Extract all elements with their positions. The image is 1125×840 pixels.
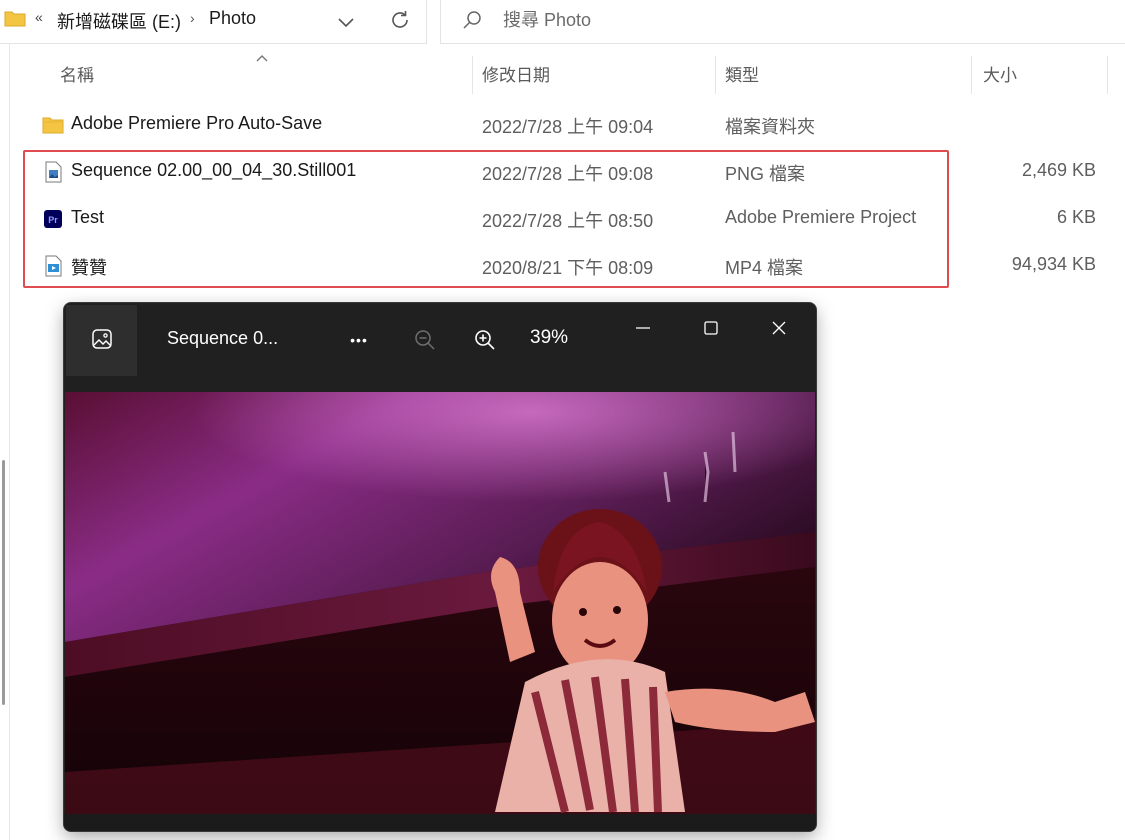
search-input[interactable]: [503, 7, 1003, 33]
folder-icon: [42, 117, 64, 134]
search-icon: [463, 11, 481, 29]
column-divider[interactable]: [472, 56, 473, 94]
column-header-size[interactable]: 大小: [983, 50, 1017, 96]
maximize-icon: [704, 321, 718, 335]
viewer-title-bar[interactable]: Sequence 0... ••• 39%: [64, 303, 816, 391]
column-divider[interactable]: [971, 56, 972, 94]
minimize-icon: [636, 327, 650, 329]
zoom-out-icon: [415, 330, 435, 350]
file-row[interactable]: Adobe Premiere Pro Auto-Save 2022/7/28 上…: [30, 103, 1110, 147]
navigation-scrollbar[interactable]: [2, 460, 5, 705]
more-icon: •••: [350, 332, 368, 348]
breadcrumb-drive[interactable]: 新增磁碟區 (E:): [57, 8, 181, 34]
photos-app-icon: [92, 329, 112, 349]
close-button[interactable]: [762, 311, 796, 345]
photo-viewer-window[interactable]: Sequence 0... ••• 39%: [64, 303, 816, 831]
column-divider[interactable]: [1107, 56, 1108, 94]
column-divider[interactable]: [715, 56, 716, 94]
viewer-app-button[interactable]: [66, 305, 137, 376]
breadcrumb-photo[interactable]: Photo: [209, 8, 256, 29]
folder-icon: [4, 11, 26, 27]
minimize-button[interactable]: [626, 311, 660, 345]
column-header-type[interactable]: 類型: [725, 50, 759, 96]
selection-highlight-box: [23, 150, 949, 288]
zoom-out-button[interactable]: [408, 323, 442, 357]
search-box[interactable]: [440, 0, 1125, 44]
file-size: 94,934 KB: [1011, 254, 1096, 274]
maximize-button[interactable]: [694, 311, 728, 345]
breadcrumb-separator[interactable]: ›: [190, 10, 195, 26]
refresh-icon[interactable]: [388, 8, 412, 32]
zoom-in-icon: [475, 330, 495, 350]
file-type: 檔案資料夾: [725, 117, 815, 137]
viewer-bottom-bar: [64, 814, 816, 831]
address-bar[interactable]: « 新增磁碟區 (E:) › Photo: [0, 0, 427, 44]
file-date: 2022/7/28 上午 09:04: [482, 117, 654, 137]
sort-ascending-icon: [256, 55, 268, 62]
file-size: 2,469 KB: [1021, 160, 1096, 180]
viewer-title: Sequence 0...: [167, 328, 279, 348]
column-header-date[interactable]: 修改日期: [482, 50, 550, 96]
photo-image: [65, 392, 815, 814]
close-icon: [772, 321, 786, 335]
chevron-down-icon[interactable]: [334, 10, 358, 34]
file-size: 6 KB: [1056, 207, 1096, 227]
more-options-button[interactable]: •••: [342, 323, 376, 357]
navigation-pane-edge: [0, 44, 10, 840]
file-name: Adobe Premiere Pro Auto-Save: [71, 113, 323, 133]
zoom-in-button[interactable]: [468, 323, 502, 357]
breadcrumb-overflow[interactable]: «: [35, 9, 43, 25]
zoom-level[interactable]: 39%: [530, 327, 568, 349]
column-header-name[interactable]: 名稱: [60, 50, 94, 96]
